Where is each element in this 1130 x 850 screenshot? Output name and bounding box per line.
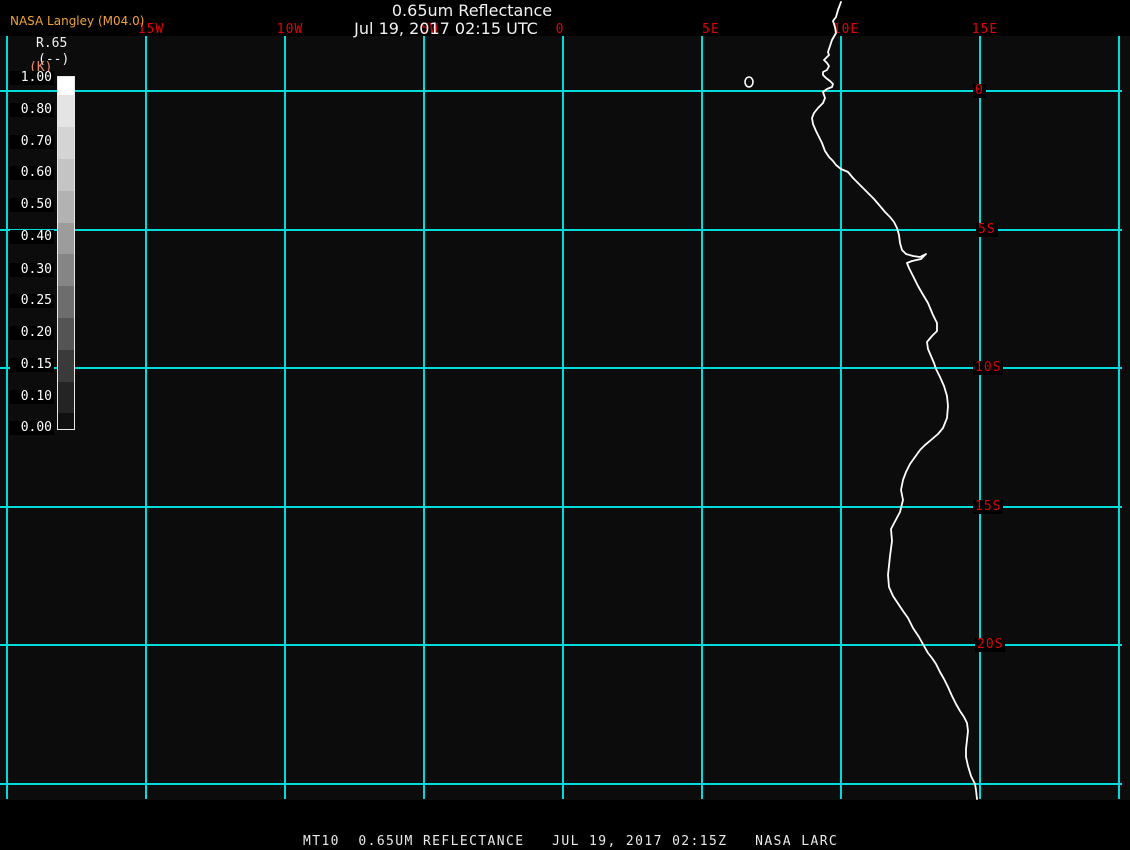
nasa-credit-label: NASA Langley (M04.0) — [10, 14, 145, 28]
colorbar-tick-label: 0.10 — [10, 390, 54, 404]
colorbar-tick-label: 1.00 — [10, 71, 54, 85]
page-title: 0.65um Reflectance — [391, 1, 553, 20]
colorbar-tick-label: 0.20 — [10, 326, 54, 340]
page-subtitle-datetime: Jul 19, 2017 02:15 UTC — [354, 19, 538, 38]
colorbar-tick-label: 0.40 — [10, 230, 54, 244]
bottom-caption: MT10 0.65UM REFLECTANCE JUL 19, 2017 02:… — [303, 834, 839, 849]
colorbar-segment — [58, 318, 74, 351]
colorbar-tick-label: 0.00 — [10, 421, 54, 435]
colorbar-segment — [58, 190, 74, 223]
colorbar-tick-label: 0.25 — [10, 294, 54, 308]
colorbar-segment — [58, 77, 74, 95]
coastline-path — [811, 1, 978, 800]
colorbar-segment — [58, 254, 74, 287]
colorbar-segment — [58, 222, 74, 255]
colorbar-segment — [58, 158, 74, 191]
colorbar-segment — [58, 286, 74, 319]
colorbar-segment — [58, 382, 74, 414]
colorbar-segment — [58, 126, 74, 159]
island-outline — [744, 76, 754, 88]
colorbar-segment — [58, 413, 74, 429]
colorbar-segment — [58, 350, 74, 383]
satellite-product-screen: 15W 10W 5W 0 5E 10E 15E 0 5S 10S 15S 20S R.65 (--) … — [0, 0, 1130, 850]
colorbar-tick-label: 0.50 — [10, 198, 54, 212]
colorbar-ramp — [57, 76, 75, 430]
colorbar-tick-label: 0.30 — [10, 263, 54, 277]
colorbar-tick-label: 0.80 — [10, 103, 54, 117]
coastline-layer — [744, 1, 978, 800]
colorbar-segment — [58, 94, 74, 127]
colorbar-tick-label: 0.70 — [10, 135, 54, 149]
colorbar-tick-label: 0.15 — [10, 358, 54, 372]
colorbar-tick-label: 0.60 — [10, 166, 54, 180]
colorbar-title: R.65 — [36, 36, 68, 51]
